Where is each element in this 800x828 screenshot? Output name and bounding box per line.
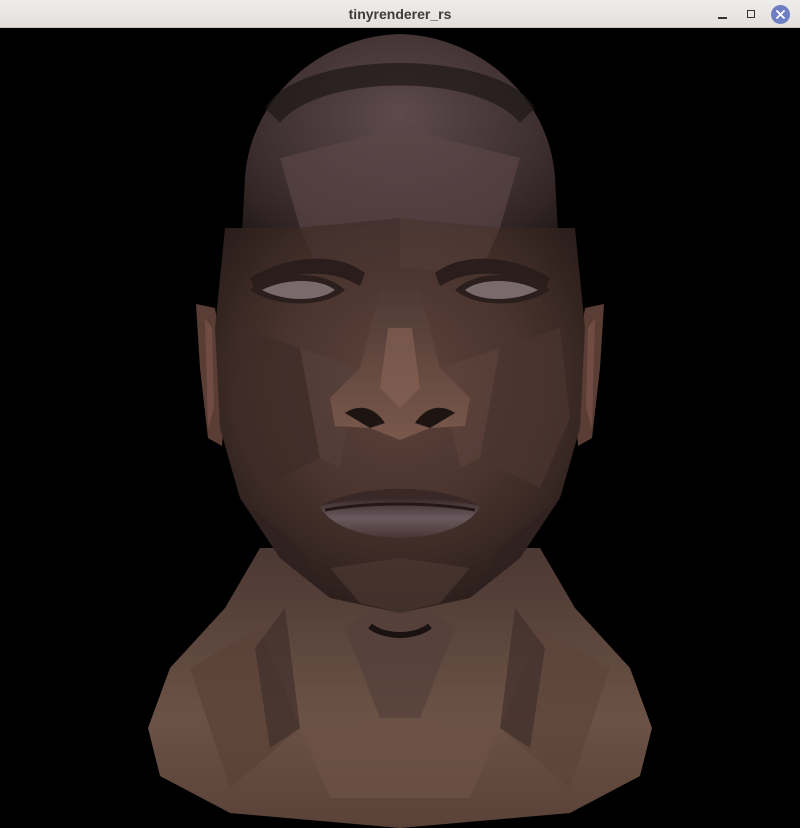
window-title: tinyrenderer_rs	[348, 6, 452, 22]
render-canvas	[0, 28, 800, 828]
maximize-button[interactable]	[741, 4, 761, 24]
app-window: tinyrenderer_rs	[0, 0, 800, 828]
maximize-icon	[747, 10, 755, 18]
minimize-button[interactable]	[712, 4, 732, 24]
close-icon	[770, 4, 790, 24]
close-button[interactable]	[770, 4, 790, 24]
rendered-head-model	[148, 34, 652, 828]
minimize-icon	[717, 17, 727, 19]
title-bar[interactable]: tinyrenderer_rs	[0, 0, 800, 28]
